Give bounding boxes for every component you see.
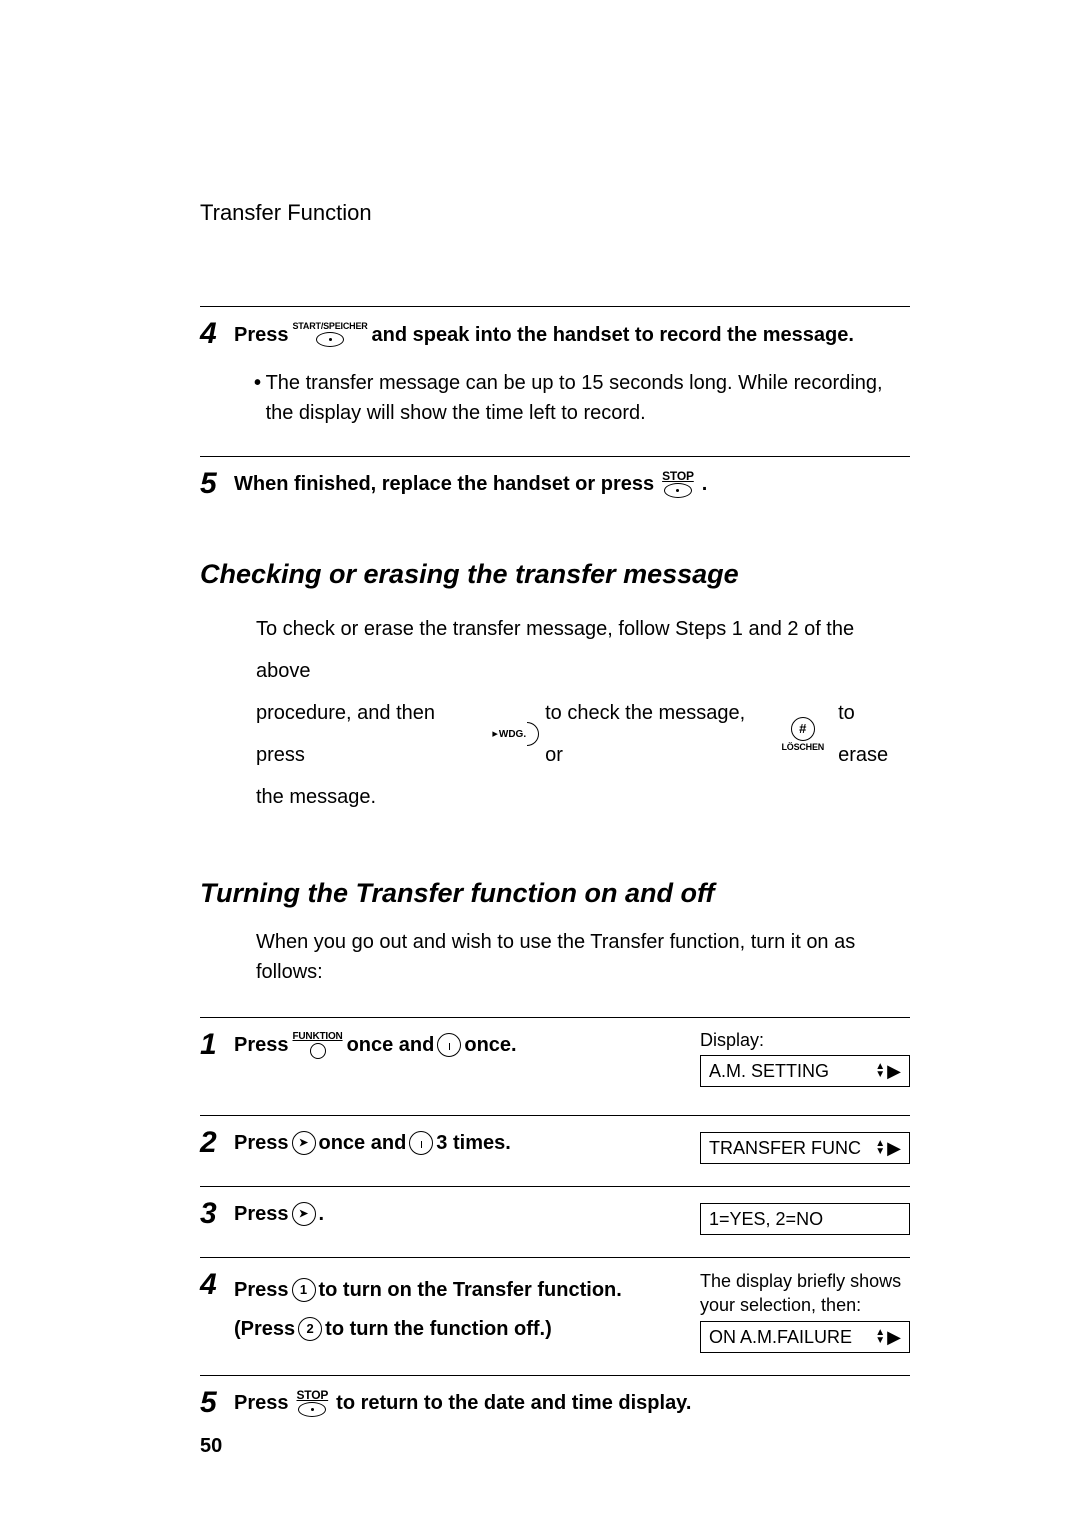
step-number: 4 [200,319,234,349]
digit-1-key: 1 [292,1278,316,1302]
lcd-text: ON A.M.FAILURE [709,1327,852,1348]
updown-arrow-icon: ▲▼ [875,1140,885,1156]
lcd-text: TRANSFER FUNC [709,1138,861,1159]
step-1-body: Press FUNKTION once and once. [234,1030,670,1060]
start-speicher-key: START/SPEICHER [293,322,368,347]
divider [200,1375,910,1376]
small-circle-icon [310,1043,326,1059]
step-5-lower: 5 Press STOP to return to the date and t… [200,1388,910,1418]
updown-arrow-icon: ▲▼ [875,1329,885,1345]
text: to check the message, or [545,692,767,776]
text: (Press [234,1310,295,1348]
right-arrow-icon: ▶ [887,1138,901,1159]
step-text: . [702,469,708,499]
lcd-display: ON A.M.FAILURE ▲▼▶ [700,1321,910,1353]
step-3-body: Press ➤ . [234,1199,670,1229]
step-4-upper: 4 Press START/SPEICHER and speak into th… [200,319,910,428]
key-label: STOP [297,1389,329,1401]
key-label: STOP [662,470,694,482]
right-key-icon: ➤ [292,1131,316,1155]
bullet-icon: • [254,368,266,428]
lcd-text: 1=YES, 2=NO [709,1209,823,1230]
key-label: LÖSCHEN [781,743,824,752]
step-4-body: Press 1 to turn on the Transfer function… [234,1270,670,1347]
step-number: 2 [200,1128,234,1158]
divider [200,306,910,307]
text: 3 times. [436,1128,510,1158]
text: To check or erase the transfer message, … [256,618,854,682]
key-label: START/SPEICHER [293,322,368,331]
display-label: Display: [700,1030,910,1051]
text: once. [464,1030,516,1060]
lcd-display: A.M. SETTING ▲▼▶ [700,1055,910,1087]
oval-key-icon [664,483,692,498]
text: Press [234,1030,289,1060]
step-number: 5 [200,469,234,499]
stop-key: STOP [662,470,694,498]
text: Press [234,1388,289,1418]
key-label: FUNKTION [293,1032,343,1042]
funktion-key: FUNKTION [293,1032,343,1059]
text: once and [319,1128,407,1158]
step-bullet-text: The transfer message can be up to 15 sec… [266,368,910,428]
text: to return to the date and time display. [336,1388,691,1418]
turn-paragraph: When you go out and wish to use the Tran… [256,927,910,987]
lcd-text: A.M. SETTING [709,1061,829,1082]
text: to erase [838,692,910,776]
step-number: 5 [200,1388,234,1418]
text: Press [234,1271,289,1309]
divider [200,1257,910,1258]
display-note: The display briefly shows your selection… [700,1270,910,1317]
running-head: Transfer Function [200,200,910,226]
step-number: 4 [200,1270,234,1300]
text: . [319,1199,325,1229]
half-circle-key-icon [527,722,539,746]
divider [200,1186,910,1187]
right-arrow-icon: ▶ [887,1327,901,1348]
section-title-turning: Turning the Transfer function on and off [200,878,910,909]
page-number: 50 [200,1435,222,1458]
digit-2-key: 2 [298,1317,322,1341]
text: Press [234,1199,289,1229]
oval-key-icon [298,1402,326,1417]
divider [200,1115,910,1116]
step-text: When finished, replace the handset or pr… [234,469,654,499]
text: the message. [256,786,376,808]
step-number: 3 [200,1199,234,1229]
play-icon: ▸ [492,723,498,746]
wdg-label: WDG. [499,724,526,745]
text: Press [234,1128,289,1158]
divider [200,456,910,457]
divider [200,1017,910,1018]
step-5-upper: 5 When finished, replace the handset or … [200,469,910,500]
right-key-icon: ➤ [292,1202,316,1226]
down-key-icon [437,1033,461,1057]
check-paragraph: To check or erase the transfer message, … [256,608,910,818]
step-2-body: Press ➤ once and 3 times. [234,1128,670,1158]
stop-key: STOP [297,1389,329,1417]
step-text: Press [234,320,289,350]
down-key-icon [409,1131,433,1155]
lcd-display: 1=YES, 2=NO [700,1203,910,1235]
lcd-display: TRANSFER FUNC ▲▼▶ [700,1132,910,1164]
hash-key: # [791,717,815,741]
text: to turn the function off.) [325,1310,552,1348]
text: procedure, and then press [256,692,488,776]
step-number: 1 [200,1030,234,1060]
text: once and [347,1030,435,1060]
step-text: and speak into the handset to record the… [372,320,854,350]
right-arrow-icon: ▶ [887,1061,901,1082]
text: to turn on the Transfer function. [319,1271,622,1309]
section-title-checking: Checking or erasing the transfer message [200,559,910,590]
oval-key-icon [316,332,344,347]
updown-arrow-icon: ▲▼ [875,1063,885,1079]
